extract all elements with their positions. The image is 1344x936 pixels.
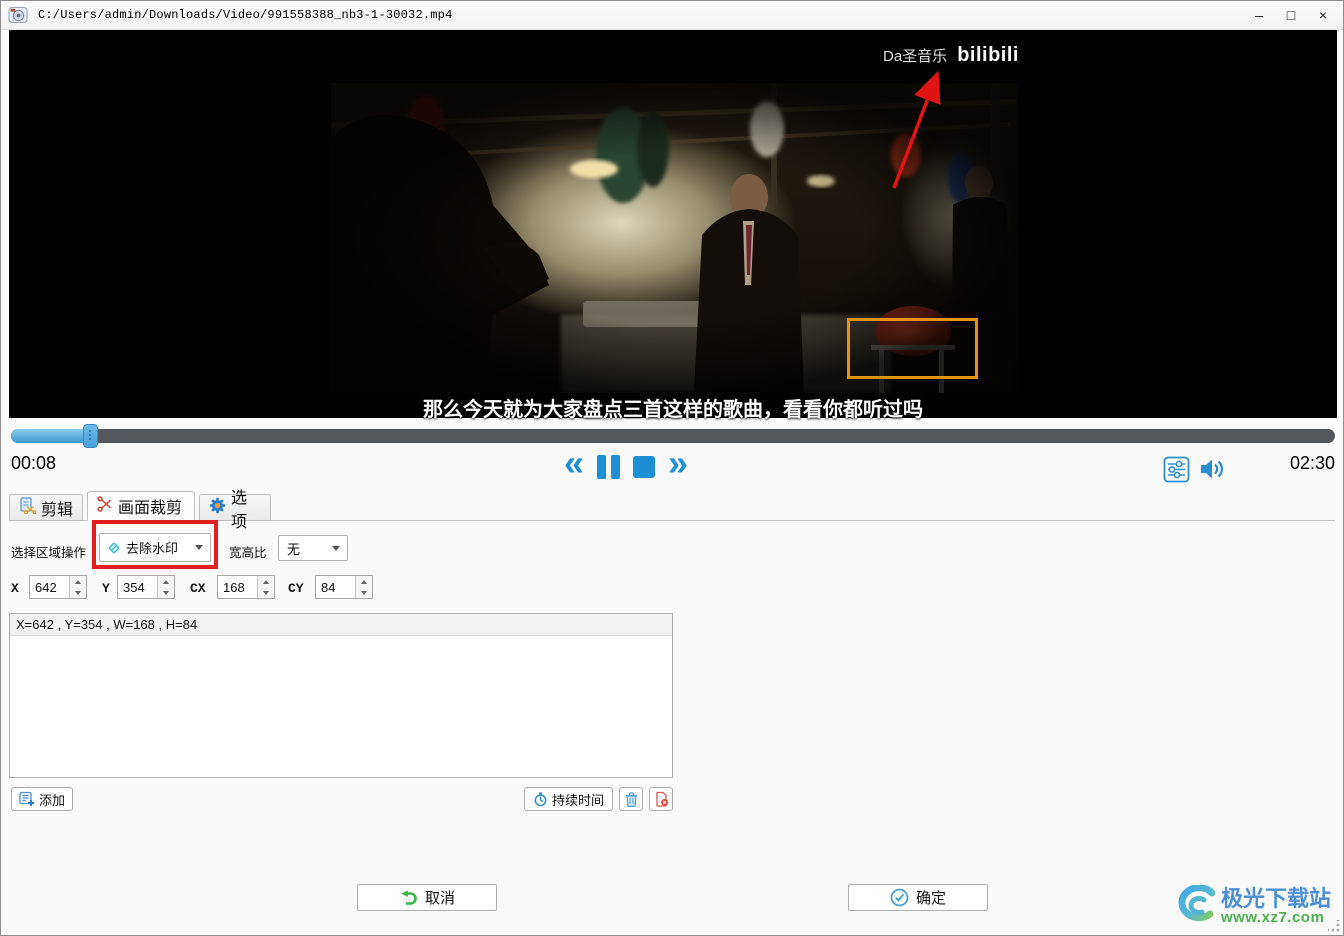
spin-up-button[interactable] bbox=[356, 576, 372, 587]
coord-y-spinner bbox=[117, 575, 175, 599]
coord-x-spinner bbox=[29, 575, 87, 599]
spin-down-button[interactable] bbox=[70, 587, 86, 598]
add-list-icon bbox=[19, 791, 35, 807]
title-bar: C:/Users/admin/Downloads/Video/991558388… bbox=[1, 1, 1343, 30]
tab-label: 选项 bbox=[231, 489, 248, 531]
coord-y-label: Y bbox=[102, 581, 110, 596]
watermark-selection-box[interactable] bbox=[847, 318, 978, 379]
region-op-select[interactable]: 去除水印 bbox=[99, 533, 211, 562]
playback-controls: « » bbox=[564, 445, 688, 483]
spin-up-button[interactable] bbox=[70, 576, 86, 587]
duration-button[interactable]: 持续时间 bbox=[524, 787, 613, 811]
stopwatch-icon bbox=[533, 791, 548, 807]
chevron-down-icon bbox=[195, 545, 203, 550]
forward-button[interactable]: » bbox=[668, 445, 688, 481]
add-label: 添加 bbox=[38, 792, 65, 808]
bilibili-logo: bilibili bbox=[957, 44, 1019, 66]
region-op-label: 选择区域操作 bbox=[11, 546, 87, 560]
cancel-button[interactable]: 取消 bbox=[357, 884, 497, 911]
chevron-down-icon bbox=[332, 545, 340, 551]
spin-up-button[interactable] bbox=[158, 576, 174, 587]
coord-x-input[interactable] bbox=[30, 576, 69, 598]
video-watermark: Da圣音乐 bilibili bbox=[883, 44, 1019, 67]
aspect-label: 宽高比 bbox=[229, 546, 267, 560]
coord-cx-label: CX bbox=[190, 581, 206, 596]
maximize-button[interactable]: □ bbox=[1275, 1, 1307, 29]
list-item[interactable]: X=642 , Y=354 , W=168 , H=84 bbox=[10, 614, 672, 636]
video-player: Da圣音乐 bilibili 那么今天就为大家盘点三首这样的歌曲，看看你都听过吗 bbox=[9, 30, 1337, 421]
coord-cy-label: CY bbox=[288, 581, 304, 596]
volume-icon[interactable] bbox=[1198, 456, 1228, 482]
spinner-buttons bbox=[157, 576, 174, 598]
ok-label: 确定 bbox=[915, 890, 946, 907]
spinner-buttons bbox=[355, 576, 372, 598]
site-url: www.xz7.com bbox=[1220, 908, 1325, 926]
gear-icon bbox=[209, 497, 226, 519]
stop-button[interactable] bbox=[633, 456, 656, 478]
resize-grip[interactable] bbox=[1328, 920, 1340, 932]
coord-cy-spinner bbox=[315, 575, 373, 599]
window-controls: – □ × bbox=[1243, 1, 1339, 29]
clip-icon bbox=[19, 496, 37, 519]
app-icon bbox=[8, 5, 28, 25]
spin-down-button[interactable] bbox=[258, 587, 274, 598]
site-branding: 极光下载站 www.xz7.com bbox=[1171, 885, 1331, 927]
aspect-value: 无 bbox=[287, 541, 301, 557]
duration-label: 持续时间 bbox=[551, 792, 604, 808]
region-op-value: 去除水印 bbox=[126, 541, 179, 556]
total-time: 02:30 bbox=[1289, 453, 1335, 473]
region-list: X=642 , Y=354 , W=168 , H=84 bbox=[9, 613, 673, 778]
watermark-text: Da圣音乐 bbox=[883, 48, 948, 65]
tab-crop[interactable]: 画面裁剪 bbox=[87, 491, 195, 521]
tab-label: 画面裁剪 bbox=[118, 500, 183, 517]
swirl-logo-icon bbox=[1171, 885, 1217, 927]
app-window: C:/Users/admin/Downloads/Video/991558388… bbox=[0, 0, 1344, 936]
window-title: C:/Users/admin/Downloads/Video/991558388… bbox=[38, 8, 453, 22]
aspect-select[interactable]: 无 bbox=[278, 535, 348, 561]
coord-y-input[interactable] bbox=[118, 576, 157, 598]
equalizer-icon[interactable] bbox=[1163, 456, 1190, 483]
close-button[interactable]: × bbox=[1307, 1, 1339, 29]
tab-clip[interactable]: 剪辑 bbox=[9, 494, 83, 521]
coord-x-label: X bbox=[11, 581, 19, 596]
spinner-buttons bbox=[257, 576, 274, 598]
spin-up-button[interactable] bbox=[258, 576, 274, 587]
site-name: 极光下载站 bbox=[1220, 885, 1331, 911]
spinner-buttons bbox=[69, 576, 86, 598]
undo-arrow-icon bbox=[399, 889, 418, 906]
spin-down-button[interactable] bbox=[356, 587, 372, 598]
ok-button[interactable]: 确定 bbox=[848, 884, 988, 911]
seek-bar[interactable] bbox=[11, 424, 1335, 448]
minimize-button[interactable]: – bbox=[1243, 1, 1275, 29]
coord-cx-input[interactable] bbox=[218, 576, 257, 598]
tab-options[interactable]: 选项 bbox=[199, 490, 271, 531]
add-region-button[interactable]: 添加 bbox=[11, 787, 73, 811]
seek-thumb[interactable] bbox=[83, 424, 98, 448]
pause-bar bbox=[611, 455, 621, 479]
pause-button[interactable] bbox=[597, 455, 621, 479]
video-subtitle: 那么今天就为大家盘点三首这样的歌曲，看看你都听过吗 bbox=[423, 399, 923, 421]
current-time: 00:08 bbox=[11, 453, 57, 473]
check-circle-icon bbox=[890, 888, 909, 907]
crop-scissors-icon bbox=[97, 495, 113, 517]
tab-label: 剪辑 bbox=[41, 501, 74, 519]
coord-cx-spinner bbox=[217, 575, 275, 599]
spin-down-button[interactable] bbox=[158, 587, 174, 598]
rewind-button[interactable]: « bbox=[564, 445, 584, 481]
coord-cy-input[interactable] bbox=[316, 576, 355, 598]
eraser-icon bbox=[106, 540, 122, 556]
cancel-label: 取消 bbox=[424, 890, 455, 907]
delete-region-button[interactable] bbox=[619, 787, 643, 811]
clear-all-button[interactable] bbox=[649, 787, 673, 811]
remove-file-icon bbox=[654, 791, 669, 807]
pause-bar bbox=[597, 455, 607, 479]
trash-icon bbox=[624, 791, 639, 807]
